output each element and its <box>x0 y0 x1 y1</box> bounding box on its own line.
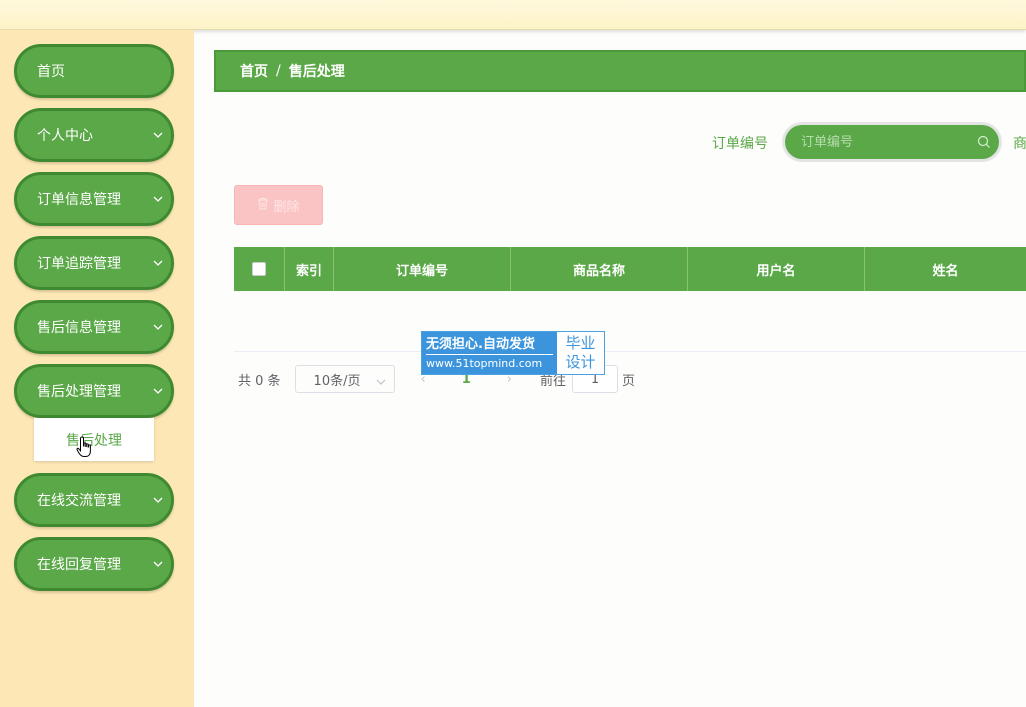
table-header: 索引 订单编号 商品名称 用户名 姓名 <box>234 247 1026 291</box>
watermark-right-line1: 毕业 <box>565 334 596 352</box>
breadcrumb-current: 售后处理 <box>288 64 345 80</box>
select-all-cell <box>234 247 285 291</box>
sidebar-item-personal-center[interactable]: 个人中心 <box>14 108 174 162</box>
goto-unit: 页 <box>622 373 636 389</box>
order-number-search <box>782 122 1002 162</box>
watermark-right: 毕业 设计 <box>557 332 604 374</box>
sidebar: 首页 个人中心 订单信息管理 订单追踪管理 售后信息管理 售后处理管理 售后处理… <box>0 30 194 707</box>
sidebar-item-order-info[interactable]: 订单信息管理 <box>14 172 174 226</box>
sidebar-item-home[interactable]: 首页 <box>14 44 174 98</box>
next-search-label: 商 <box>1013 136 1026 152</box>
column-header-index: 索引 <box>285 247 334 291</box>
column-header-product-name: 商品名称 <box>511 247 688 291</box>
sidebar-item-online-chat[interactable]: 在线交流管理 <box>14 473 174 527</box>
sidebar-item-label: 订单追踪管理 <box>37 256 121 272</box>
page-size-value: 10条/页 <box>313 373 361 389</box>
breadcrumb-home[interactable]: 首页 <box>240 61 268 81</box>
page-size-select[interactable]: 10条/页 <box>294 365 395 393</box>
watermark-line2: www.51topmind.com <box>426 354 553 372</box>
order-number-input[interactable] <box>785 125 999 159</box>
breadcrumb: 首页 / 售后处理 <box>214 50 1026 92</box>
watermark-right-line2: 设计 <box>565 353 596 371</box>
table-bottom-border <box>234 351 1026 352</box>
sidebar-item-aftersale-handling[interactable]: 售后处理管理 <box>14 364 174 418</box>
search-icon <box>977 134 991 153</box>
sidebar-item-label: 个人中心 <box>37 128 93 144</box>
sidebar-item-order-tracking[interactable]: 订单追踪管理 <box>14 236 174 290</box>
search-field-wrapper <box>785 125 999 159</box>
chevron-down-icon <box>145 196 171 202</box>
sidebar-item-label: 售后信息管理 <box>37 320 121 336</box>
delete-button-label: 删除 <box>273 199 300 215</box>
submenu-item-label: 售后处理 <box>66 432 122 449</box>
sidebar-item-label: 在线回复管理 <box>37 557 121 573</box>
watermark-line1: 无须担心.自动发货 <box>426 337 535 352</box>
column-header-name: 姓名 <box>932 263 959 279</box>
delete-button[interactable]: 删除 <box>234 185 323 225</box>
watermark-left: 无须担心.自动发货 www.51topmind.com <box>422 332 557 374</box>
chevron-down-icon <box>145 260 171 266</box>
chevron-down-icon <box>145 497 171 503</box>
chevron-down-icon <box>145 561 171 567</box>
order-number-label: 订单编号 <box>712 136 768 152</box>
sidebar-item-online-reply[interactable]: 在线回复管理 <box>14 537 174 591</box>
chevron-down-icon <box>145 132 171 138</box>
chevron-down-icon <box>145 324 171 330</box>
sidebar-item-label: 在线交流管理 <box>37 493 121 509</box>
chevron-down-icon <box>376 374 386 389</box>
breadcrumb-separator: / <box>276 63 281 79</box>
top-header-bar <box>0 0 1026 30</box>
watermark-badge: 无须担心.自动发货 www.51topmind.com 毕业 设计 <box>421 331 605 375</box>
submenu-item-aftersale-handling[interactable]: 售后处理 <box>34 418 154 461</box>
hand-cursor-icon <box>76 436 94 462</box>
trash-icon <box>257 197 269 214</box>
column-header-order-number: 订单编号 <box>334 247 511 291</box>
column-header-username: 用户名 <box>688 247 865 291</box>
sidebar-item-label: 首页 <box>37 64 65 80</box>
select-all-checkbox[interactable] <box>252 262 266 276</box>
sidebar-item-aftersale-info[interactable]: 售后信息管理 <box>14 300 174 354</box>
chevron-down-icon <box>145 388 171 394</box>
sidebar-item-label: 订单信息管理 <box>37 192 121 208</box>
pagination-total: 共 0 条 <box>238 373 281 389</box>
sidebar-item-label: 售后处理管理 <box>37 384 121 400</box>
